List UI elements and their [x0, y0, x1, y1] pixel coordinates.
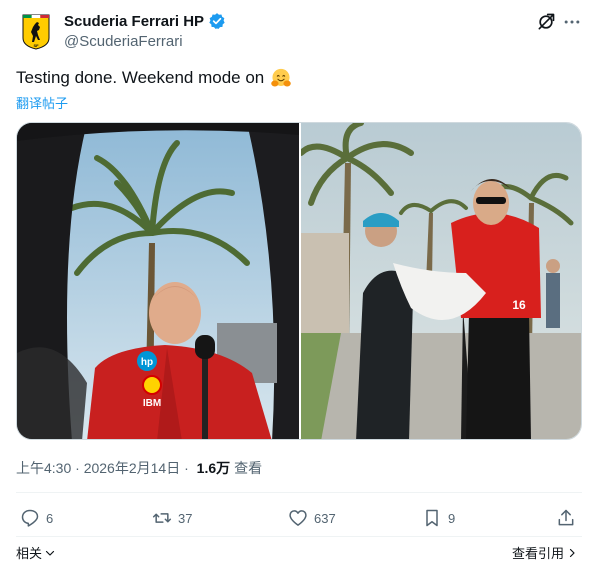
divider [16, 536, 582, 537]
share-icon [558, 509, 574, 526]
svg-text:hp: hp [141, 357, 153, 368]
tweet-card: SF Scuderia Ferrari HP @ScuderiaFerrari … [0, 0, 598, 572]
related-label: 相关 [16, 546, 43, 561]
like-button[interactable]: 637 [288, 508, 336, 528]
tweet-text: Testing done. Weekend mode on [16, 66, 292, 90]
related-button[interactable]: 相关 [16, 543, 56, 562]
views-count[interactable]: 1.6万 [197, 458, 230, 478]
chevron-down-icon [45, 550, 55, 556]
views-label[interactable]: 查看 [234, 458, 262, 478]
svg-text:16: 16 [512, 298, 526, 312]
bookmark-count: 9 [448, 510, 456, 526]
bookmark-icon [426, 509, 438, 527]
tweet-meta: 上午4:30 · 2026年2月14日 · 1.6万 查看 [16, 458, 262, 478]
action-bar: 6 37 637 9 [16, 508, 582, 532]
divider [16, 492, 582, 493]
like-count: 637 [314, 510, 336, 526]
retweet-count: 37 [178, 510, 193, 526]
reply-icon [21, 509, 39, 527]
photo-driver-signing: 16 [301, 123, 581, 439]
media-photo-1[interactable]: hp IBM [17, 123, 299, 439]
hugging-face-emoji [271, 68, 292, 87]
meta-separator-2: · [180, 460, 193, 476]
tweet-date[interactable]: 2026年2月14日 [84, 458, 181, 478]
display-name[interactable]: Scuderia Ferrari HP [64, 13, 204, 30]
share-button[interactable] [556, 508, 576, 528]
heart-icon [289, 510, 307, 526]
view-quotes-label: 查看引用 [512, 546, 565, 561]
retweet-button[interactable]: 37 [152, 508, 192, 528]
avatar[interactable]: SF [16, 12, 56, 52]
tweet-time[interactable]: 上午4:30 [16, 458, 71, 478]
svg-text:IBM: IBM [143, 398, 161, 409]
meta-separator: · [71, 460, 84, 476]
chevron-right-icon [569, 548, 575, 557]
retweet-icon [152, 513, 172, 523]
view-quotes-button[interactable]: 查看引用 [512, 543, 578, 562]
photo-team-principal: hp IBM [17, 123, 299, 439]
bookmark-button[interactable]: 9 [422, 508, 455, 528]
more-icon[interactable] [562, 12, 582, 32]
tweet-body: Testing done. Weekend mode on [16, 68, 265, 87]
media-photo-2[interactable]: 16 [301, 123, 581, 439]
svg-text:SF: SF [33, 43, 39, 48]
ferrari-prancing-horse-icon: SF [22, 14, 50, 50]
author-handle[interactable]: @ScuderiaFerrari [64, 33, 183, 50]
translate-post-link[interactable]: 翻译帖子 [16, 93, 68, 112]
grok-icon[interactable] [536, 12, 556, 32]
reply-button[interactable]: 6 [20, 508, 53, 528]
verified-badge-icon [209, 13, 225, 30]
media-grid: hp IBM 16 [16, 122, 582, 440]
reply-count: 6 [46, 510, 54, 526]
author-name-row[interactable]: Scuderia Ferrari HP [64, 12, 226, 30]
